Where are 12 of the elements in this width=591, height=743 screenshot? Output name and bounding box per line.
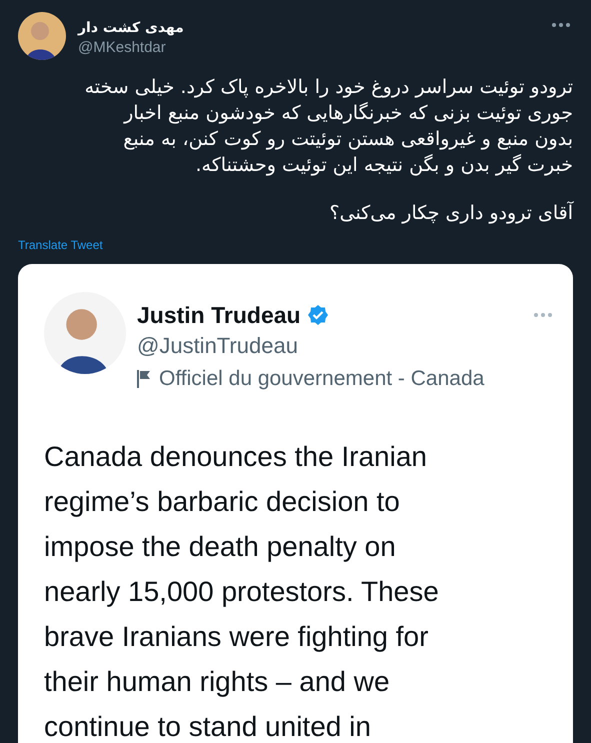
- tweet-text: آقای ترودو داری چکار می‌کنی؟: [328, 200, 573, 226]
- author-handle[interactable]: @JustinTrudeau: [137, 330, 298, 362]
- account-label: Officiel du gouvernement - Canada: [159, 366, 484, 392]
- tweet-text: ترودو توئیت سراسر دروغ خود را بالاخره پاک کرد. خیلی سخته جوری توئیت بزنی که خبرنگارهایی که خودشون منبع اخبار بدون منبع و غیرواقعی هستن توئیتت رو کوت کنن، به منبع خبرت گیر بدن و بگن نتیجه این توئیت وحشتناکه.: [84, 75, 573, 178]
- more-options-icon[interactable]: [551, 22, 571, 28]
- author-name[interactable]: مهدی کشت دار: [78, 18, 184, 38]
- flag-icon: [137, 369, 151, 389]
- embedded-tweet-text: Canada denounces the Iranian regime’s barbaric decision to impose the death penalty on nearly 15,000 protestors. These brave Iranians were fighting for their human rights – and we continue to stand united in: [44, 440, 440, 743]
- translate-link[interactable]: Translate Tweet: [18, 236, 103, 254]
- avatar[interactable]: [18, 12, 66, 60]
- author-handle[interactable]: @MKeshtdar: [78, 38, 166, 58]
- author-name[interactable]: Justin Trudeau: [137, 300, 301, 330]
